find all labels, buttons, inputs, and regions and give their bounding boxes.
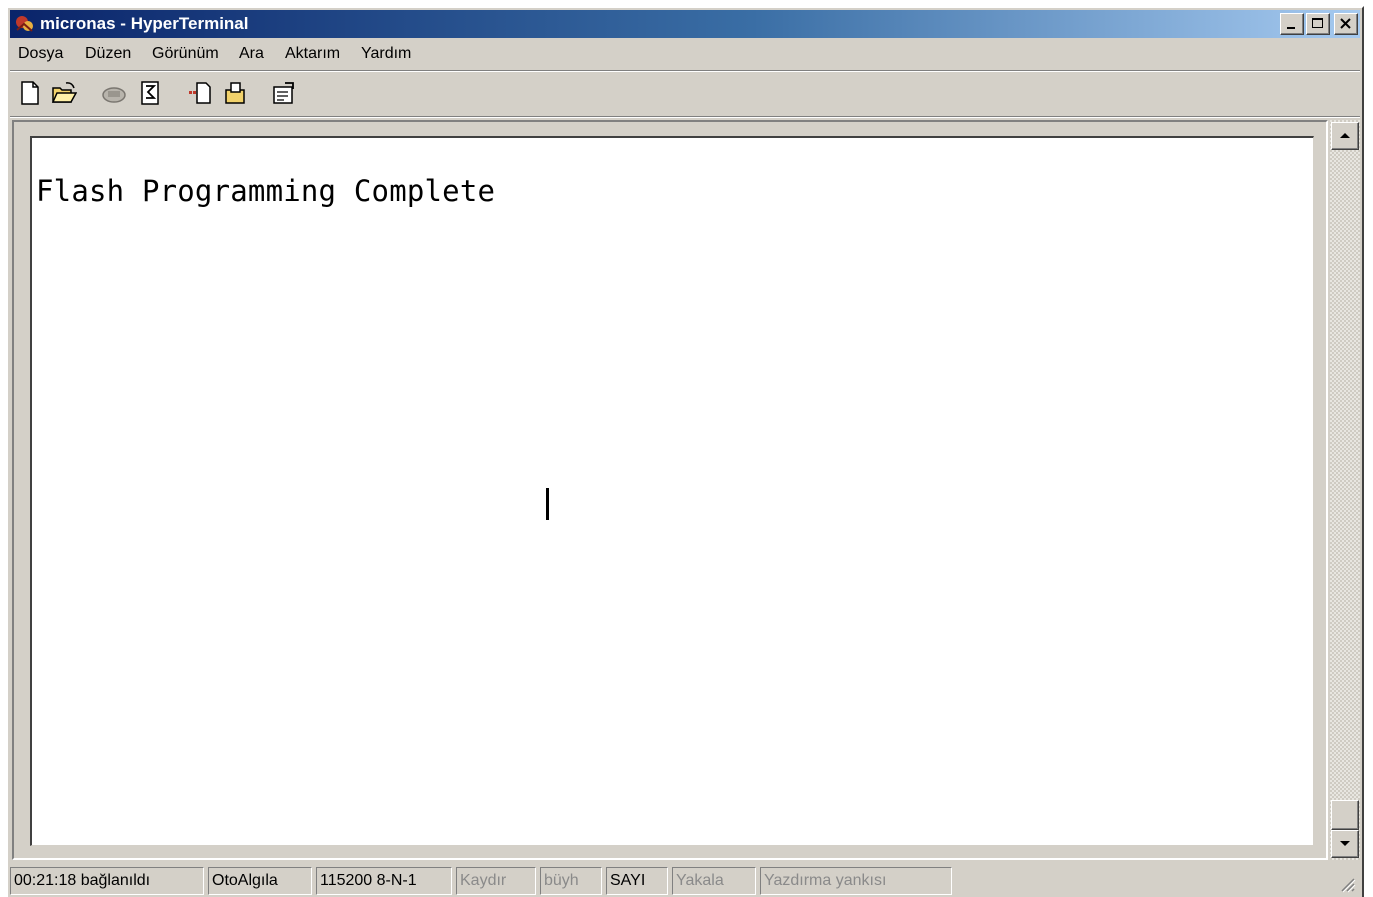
- new-connection-button[interactable]: [14, 77, 48, 109]
- close-button[interactable]: [1334, 13, 1358, 35]
- status-port-settings: 115200 8-N-1: [316, 867, 452, 895]
- menu-call[interactable]: Ara: [239, 45, 264, 63]
- new-document-icon: [21, 81, 39, 105]
- terminal-output-line: Flash Programming Complete: [36, 174, 496, 208]
- status-num: SAYI: [606, 867, 668, 895]
- status-caps: büyh: [540, 867, 602, 895]
- connect-phone-icon: [102, 87, 126, 103]
- status-auto-detect: OtoAlgıla: [208, 867, 312, 895]
- maximize-button[interactable]: [1306, 13, 1330, 35]
- scroll-down-button[interactable]: [1331, 830, 1359, 858]
- status-print-echo: Yazdırma yankısı: [760, 867, 952, 895]
- toolbar: [10, 70, 1360, 114]
- scroll-up-button[interactable]: [1331, 122, 1359, 150]
- open-button[interactable]: [48, 77, 82, 109]
- receive-button[interactable]: [220, 77, 254, 109]
- disconnect-phone-icon: [141, 81, 159, 105]
- menu-help[interactable]: Yardım: [361, 45, 411, 63]
- terminal-frame: Flash Programming Complete: [12, 120, 1328, 860]
- status-bar: 00:21:18 bağlanıldı OtoAlgıla 115200 8-N…: [10, 865, 1360, 897]
- toolbar-divider: [10, 116, 1360, 118]
- status-scroll: Kaydır: [456, 867, 536, 895]
- properties-icon: [273, 82, 294, 104]
- terminal-screen[interactable]: Flash Programming Complete: [30, 136, 1314, 846]
- title-bar[interactable]: micronas - HyperTerminal: [10, 10, 1360, 38]
- minimize-icon: [1287, 27, 1295, 29]
- minimize-button[interactable]: [1280, 13, 1304, 35]
- scrollbar-thumb[interactable]: [1331, 800, 1359, 830]
- vertical-scrollbar[interactable]: [1330, 120, 1360, 860]
- properties-button[interactable]: [268, 77, 302, 109]
- hyperterminal-app-icon[interactable]: [14, 14, 36, 34]
- close-icon: [1340, 18, 1351, 29]
- send-file-icon: [189, 82, 211, 104]
- text-caret: [546, 488, 549, 520]
- window-title: micronas - HyperTerminal: [40, 14, 249, 33]
- open-folder-icon: [51, 82, 77, 103]
- menu-view[interactable]: Görünüm: [152, 45, 219, 63]
- status-capture: Yakala: [672, 867, 756, 895]
- menu-transfer[interactable]: Aktarım: [285, 45, 340, 63]
- menu-file[interactable]: Dosya: [18, 45, 63, 63]
- disconnect-button[interactable]: [134, 77, 168, 109]
- send-button[interactable]: [184, 77, 218, 109]
- receive-file-icon: [225, 82, 245, 104]
- resize-grip-icon[interactable]: [1338, 875, 1356, 893]
- status-connected-time: 00:21:18 bağlanıldı: [10, 867, 204, 895]
- maximize-icon: [1312, 18, 1323, 28]
- menu-edit[interactable]: Düzen: [85, 45, 131, 63]
- hyperterminal-window: micronas - HyperTerminal Dosya Düzen Gör…: [6, 6, 1364, 897]
- arrow-up-icon: [1340, 133, 1350, 138]
- arrow-down-icon: [1340, 841, 1350, 846]
- menu-bar: Dosya Düzen Görünüm Ara Aktarım Yardım: [10, 40, 1360, 68]
- call-button[interactable]: [98, 77, 132, 109]
